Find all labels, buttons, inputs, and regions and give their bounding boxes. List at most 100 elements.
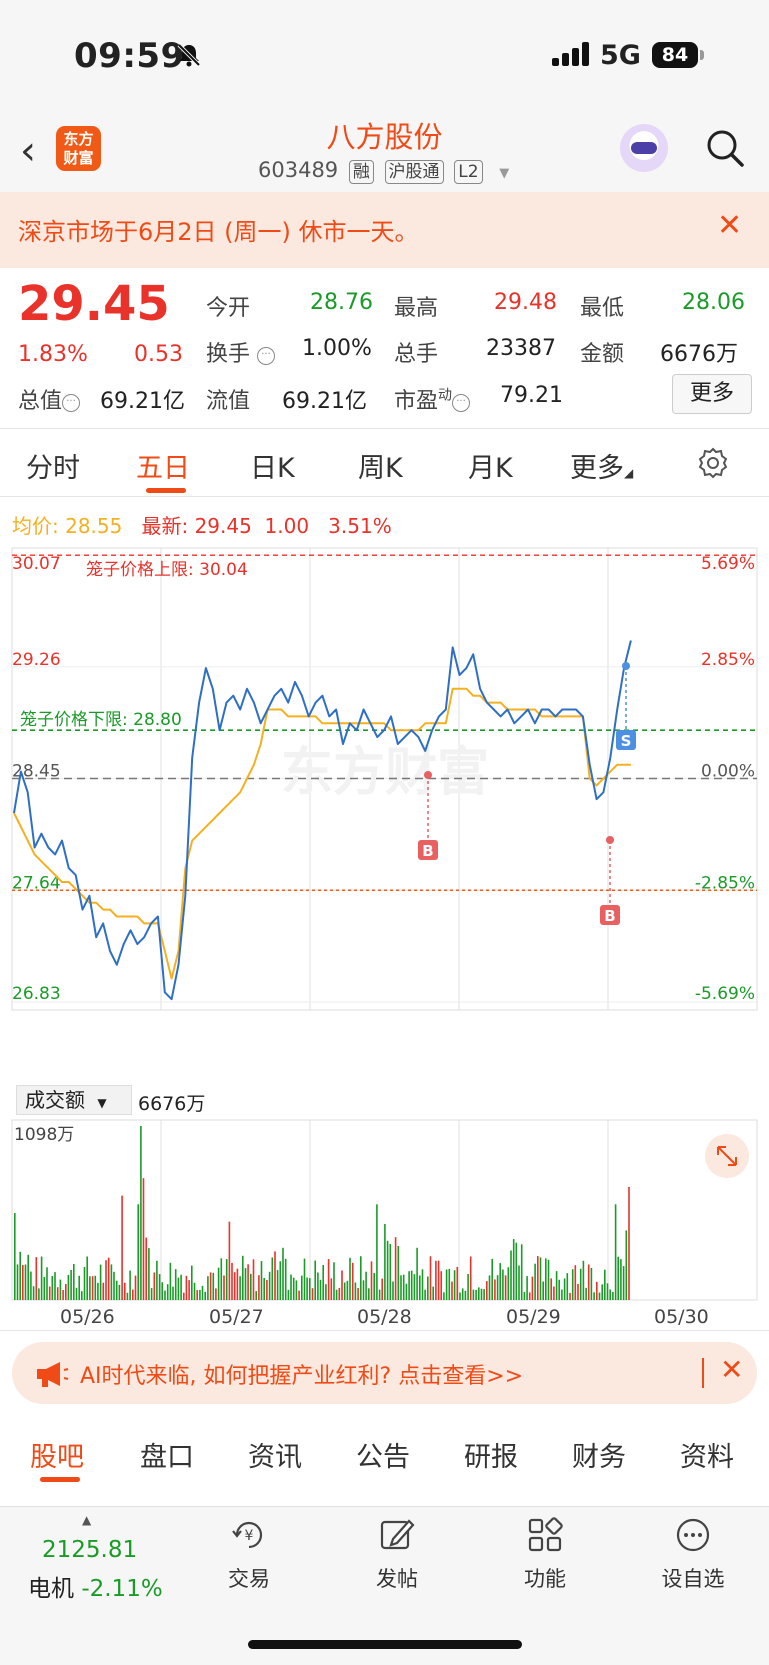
tab-financials[interactable]: 财务: [572, 1435, 626, 1474]
volume-bar: [461, 1288, 464, 1300]
volume-metric-select[interactable]: 成交额 ▼: [16, 1085, 132, 1115]
volume-bar: [126, 1292, 129, 1300]
info-icon[interactable]: ···: [452, 394, 471, 412]
volume-bar: [161, 1282, 164, 1300]
volume-bar: [99, 1264, 102, 1300]
current-price: 29.45: [18, 276, 170, 332]
low-value: 28.06: [682, 290, 745, 315]
volume-bar: [343, 1282, 346, 1300]
tab-announcements[interactable]: 公告: [356, 1435, 410, 1474]
volume-bar: [282, 1247, 284, 1300]
volume-bar: [150, 1288, 153, 1300]
volume-bar: [94, 1275, 97, 1300]
tab-profile[interactable]: 资料: [680, 1435, 734, 1474]
settings-gear-icon[interactable]: [696, 446, 730, 480]
volume-bar: [105, 1260, 107, 1300]
volume-bar: [598, 1292, 601, 1300]
volume-bar: [445, 1269, 448, 1300]
volume-bar: [220, 1258, 223, 1300]
tab-news[interactable]: 资讯: [248, 1435, 302, 1474]
info-icon[interactable]: ···: [257, 347, 276, 365]
volume-bar: [419, 1275, 421, 1300]
volume-bar: [437, 1260, 440, 1300]
volume-bar: [110, 1264, 113, 1300]
ad-banner[interactable]: AI时代来临, 如何把握产业红利? 点击查看>> ✕: [12, 1342, 757, 1404]
mute-bell-icon: [177, 43, 201, 67]
volume-chart[interactable]: 1098万: [0, 1118, 769, 1303]
volume-bar: [199, 1289, 201, 1300]
volume-bar: [115, 1280, 118, 1300]
volume-bar: [54, 1272, 56, 1300]
volume-bar: [373, 1272, 375, 1300]
info-icon[interactable]: ···: [62, 394, 81, 412]
y-tick-right: 0.00%: [701, 762, 755, 782]
close-icon[interactable]: ✕: [720, 1353, 743, 1386]
volume-bar: [432, 1286, 434, 1300]
volume-bar: [298, 1290, 300, 1300]
tab-intraday[interactable]: 分时: [26, 446, 80, 485]
upper-limit-label: 笼子价格上限: 30.04: [86, 560, 248, 580]
volume-bar: [266, 1280, 268, 1300]
assistant-robot-icon[interactable]: [620, 124, 668, 172]
volume-bar: [365, 1271, 367, 1300]
index-value[interactable]: 2125.81: [42, 1537, 137, 1563]
volume-bar: [38, 1288, 40, 1300]
volume-bar: [121, 1195, 123, 1300]
tab-monthly-k[interactable]: 月K: [468, 446, 513, 485]
volume-bar: [70, 1270, 72, 1300]
tab-five-day[interactable]: 五日: [136, 446, 190, 485]
volume-bar: [453, 1270, 456, 1300]
volume-bar: [424, 1289, 426, 1300]
volume-bar: [394, 1237, 397, 1300]
tab-guba[interactable]: 股吧: [30, 1435, 84, 1474]
nav-post[interactable]: 发帖: [352, 1515, 442, 1593]
search-icon[interactable]: [705, 128, 745, 168]
volume-bar: [443, 1292, 445, 1300]
volume-bar: [244, 1268, 247, 1300]
volume-bar: [486, 1281, 488, 1300]
tab-research[interactable]: 研报: [464, 1435, 518, 1474]
volume-bar: [59, 1279, 62, 1300]
nav-add-watchlist[interactable]: 设自选: [648, 1515, 738, 1593]
index-name-change[interactable]: 电机 -2.11%: [28, 1569, 163, 1603]
volume-bar: [614, 1204, 617, 1300]
low-label: 最低: [580, 296, 625, 321]
volume-bar: [590, 1268, 593, 1300]
latest-label: 最新:: [141, 514, 189, 538]
more-button[interactable]: 更多: [672, 374, 752, 414]
volume-bar: [435, 1260, 437, 1300]
volume-bar: [378, 1289, 381, 1300]
volume-bar: [464, 1290, 467, 1300]
volume-bar: [488, 1275, 491, 1300]
volume-bar: [129, 1270, 131, 1300]
amount-label: 金额: [580, 342, 625, 367]
volume-bar: [579, 1268, 582, 1300]
volume-bar: [601, 1284, 603, 1300]
volume-bar: [284, 1258, 287, 1300]
volume-bar: [566, 1273, 569, 1300]
volume-bar: [384, 1224, 386, 1300]
five-day-price-chart[interactable]: 东方财富 笼子价格上限: 30.04 笼子价格下限: 28.80 30.07 29.26…: [0, 540, 769, 1080]
stock-subline[interactable]: 603489 融 沪股通 L2 ▼: [258, 158, 509, 184]
volume-bar: [142, 1178, 145, 1300]
volume-bar: [469, 1256, 472, 1300]
tab-more[interactable]: 更多◢: [570, 446, 633, 485]
volume-bar: [86, 1256, 88, 1300]
ad-separator: [702, 1358, 704, 1388]
tab-weekly-k[interactable]: 周K: [358, 446, 403, 485]
volume-bar: [309, 1278, 311, 1300]
close-icon[interactable]: ✕: [717, 208, 742, 243]
volume-bar: [515, 1242, 518, 1300]
tab-orderbook[interactable]: 盘口: [140, 1435, 194, 1474]
volume-bar: [397, 1246, 400, 1300]
nav-trade[interactable]: ¥ 交易: [204, 1515, 294, 1593]
lower-limit-label: 笼子价格下限: 28.80: [20, 710, 182, 730]
expand-up-icon[interactable]: ▲: [82, 1513, 91, 1527]
nav-functions[interactable]: 功能: [500, 1515, 590, 1593]
volume-bar: [311, 1288, 314, 1300]
margin-tag: 融: [348, 160, 374, 184]
divider: [0, 1330, 769, 1331]
tab-daily-k[interactable]: 日K: [250, 446, 295, 485]
volume-bar: [534, 1263, 536, 1300]
volume-bar: [145, 1237, 147, 1300]
